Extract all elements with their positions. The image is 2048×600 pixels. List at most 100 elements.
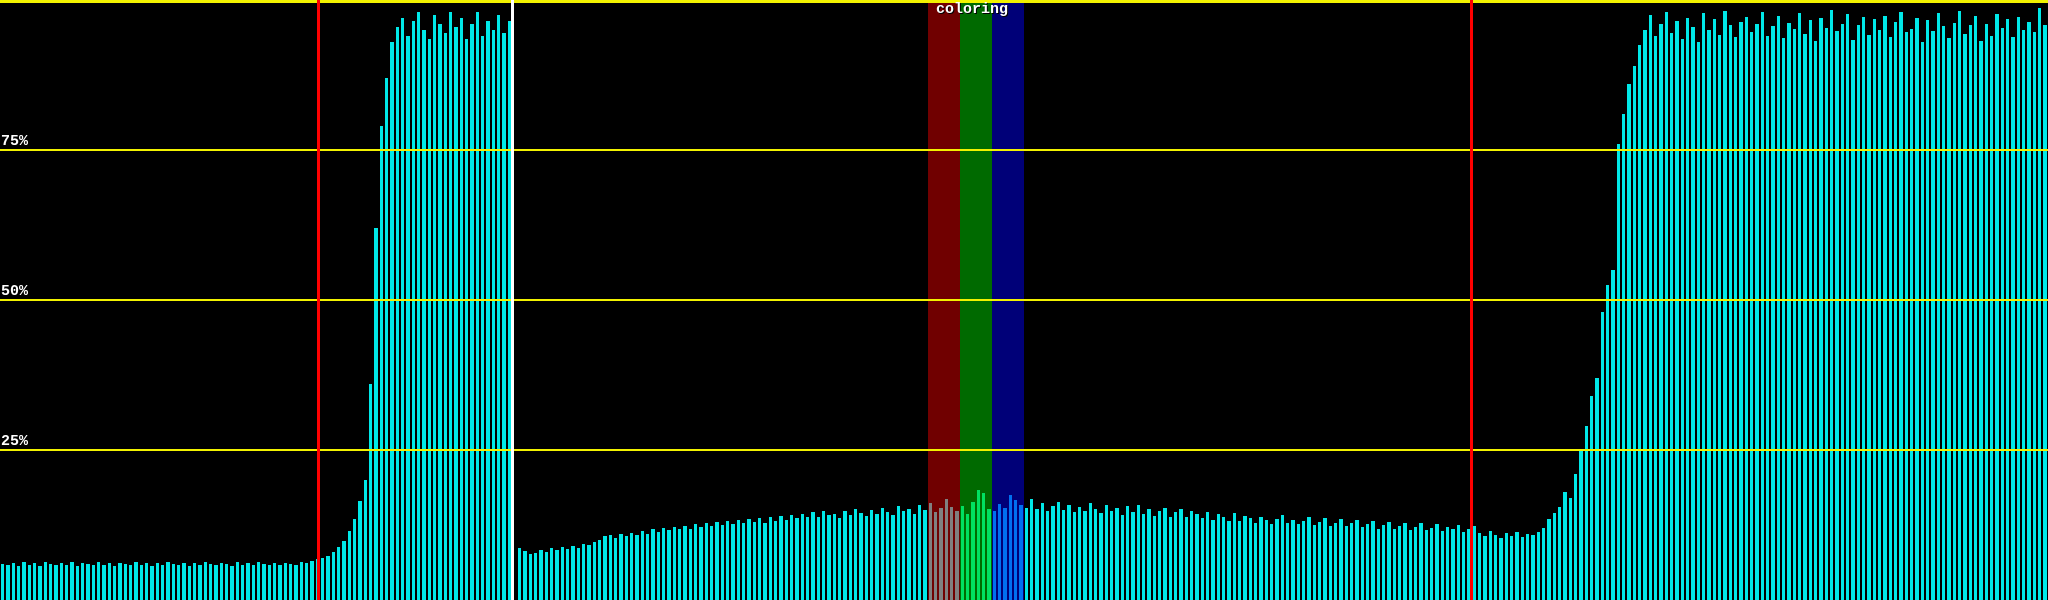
histogram-bar — [176, 565, 181, 600]
histogram-bar — [1787, 22, 1791, 600]
histogram-bar — [272, 562, 277, 600]
histogram-bar — [1744, 16, 1749, 600]
histogram-bar — [491, 30, 496, 600]
histogram-bar — [1301, 520, 1306, 600]
histogram-bar — [1819, 18, 1823, 600]
histogram-bar — [1109, 510, 1114, 600]
histogram-bar — [949, 507, 954, 600]
histogram-bar — [784, 519, 789, 600]
histogram-bar — [1504, 533, 1509, 600]
histogram-bar — [1296, 524, 1301, 600]
histogram-bar — [1845, 14, 1850, 600]
histogram-bar — [1275, 519, 1279, 600]
histogram-bar — [240, 564, 245, 600]
histogram-bar — [1808, 20, 1813, 600]
histogram-bar — [688, 528, 693, 600]
histogram-bar — [2016, 16, 2021, 600]
histogram-bar — [1371, 521, 1375, 600]
histogram-bar — [219, 562, 224, 600]
histogram-bar — [1488, 531, 1493, 600]
histogram-bar — [1584, 426, 1589, 600]
histogram-bar — [139, 564, 144, 600]
histogram-bar — [1269, 523, 1274, 600]
histogram-bar — [603, 536, 607, 600]
histogram-bar — [1152, 516, 1157, 600]
axis-label-25: 25% — [1, 433, 29, 450]
histogram-bar — [1344, 526, 1349, 600]
histogram-bar — [960, 505, 965, 600]
histogram-bar — [1984, 24, 1989, 600]
histogram-bar — [1077, 507, 1082, 600]
histogram-bar — [320, 558, 325, 600]
histogram-bar — [1067, 504, 1071, 600]
histogram-bar — [1141, 513, 1146, 600]
histogram-bar — [592, 541, 597, 600]
histogram-bar — [981, 492, 986, 600]
histogram-bar — [1280, 515, 1285, 600]
histogram-bar — [64, 564, 69, 600]
histogram-bar — [150, 565, 154, 600]
histogram-bar — [1323, 517, 1327, 600]
gridline-75 — [0, 149, 2048, 151]
histogram-bar — [144, 563, 149, 600]
histogram-bar — [1824, 27, 1829, 600]
histogram-bar — [1973, 15, 1978, 600]
histogram-bar — [1589, 396, 1594, 600]
histogram-bar — [1840, 24, 1845, 600]
histogram-bar — [486, 21, 490, 600]
histogram-bar — [1035, 509, 1039, 600]
gridline-50 — [0, 299, 2048, 301]
histogram-bar — [715, 522, 719, 600]
histogram-bar — [1163, 507, 1167, 600]
histogram-bar — [1749, 32, 1754, 600]
histogram-bar — [875, 513, 879, 600]
histogram-bar — [731, 523, 735, 600]
histogram-bar — [1803, 33, 1807, 600]
histogram-bar — [1861, 16, 1866, 600]
histogram-bar — [549, 548, 554, 600]
histogram-bar — [475, 12, 480, 600]
histogram-bar — [528, 554, 533, 600]
histogram-bar — [283, 563, 288, 600]
histogram-bar — [1915, 18, 1919, 600]
histogram-bar — [1936, 13, 1941, 600]
histogram-bar — [1104, 505, 1109, 600]
histogram-bar — [1573, 474, 1578, 600]
histogram-bar — [1045, 510, 1050, 600]
histogram-bar — [1136, 504, 1141, 600]
histogram-bar — [1205, 511, 1210, 600]
histogram-bar — [2021, 30, 2026, 600]
histogram-bar — [1024, 508, 1029, 600]
histogram-bar — [1883, 15, 1887, 600]
histogram-bar — [571, 546, 575, 600]
histogram-bar — [278, 565, 282, 600]
histogram-bar — [901, 511, 906, 600]
histogram-bar — [406, 36, 410, 600]
histogram-bar — [91, 565, 96, 600]
histogram-bar — [1541, 528, 1546, 600]
histogram-bar — [811, 512, 815, 600]
histogram-bar — [336, 547, 341, 600]
histogram-bar — [1013, 500, 1018, 600]
histogram-bar — [693, 524, 698, 600]
histogram-bar — [1392, 529, 1397, 600]
histogram-bar — [1376, 528, 1381, 600]
panel-separator-line — [511, 0, 514, 600]
histogram-bar — [789, 514, 794, 600]
histogram-bar — [171, 564, 176, 600]
histogram-bar — [1483, 536, 1487, 600]
histogram-bar — [720, 525, 725, 600]
histogram-bar — [624, 536, 629, 600]
histogram-bar — [32, 563, 37, 600]
histogram-bar — [1093, 508, 1098, 600]
histogram-bar — [342, 541, 346, 600]
histogram-bar — [1595, 378, 1599, 600]
histogram-bar — [1968, 25, 1973, 600]
histogram-bar — [118, 562, 122, 600]
histogram-bar — [1451, 528, 1455, 600]
histogram-bar — [443, 33, 448, 600]
histogram-bar — [1317, 522, 1322, 600]
histogram-bar — [1989, 36, 1994, 600]
histogram-bar — [1701, 13, 1706, 600]
histogram-bar — [992, 511, 997, 600]
